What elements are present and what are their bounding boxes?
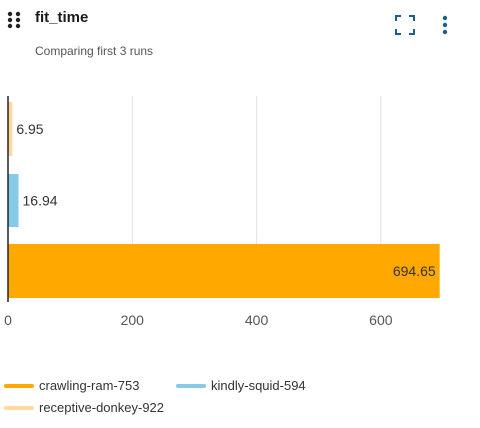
drag-handle-icon[interactable] bbox=[6, 10, 22, 30]
legend-item-kindly-squid-594[interactable]: kindly-squid-594 bbox=[176, 378, 306, 393]
panel-header: fit_time Comparing first 3 runs bbox=[0, 0, 480, 70]
bar-crawling-ram-753 bbox=[8, 244, 440, 298]
x-tick-label: 400 bbox=[245, 312, 269, 328]
legend-swatch bbox=[4, 383, 34, 388]
x-tick-label: 600 bbox=[369, 312, 393, 328]
legend-swatch bbox=[4, 405, 34, 410]
x-tick-label: 0 bbox=[4, 312, 12, 328]
legend-item-crawling-ram-753[interactable]: crawling-ram-753 bbox=[4, 378, 139, 393]
more-vertical-icon[interactable] bbox=[436, 14, 454, 36]
chart-legend: crawling-ram-753 kindly-squid-594 recept… bbox=[0, 378, 480, 428]
legend-label: kindly-squid-594 bbox=[211, 378, 306, 393]
panel-subtitle: Comparing first 3 runs bbox=[35, 44, 154, 58]
bar-chart: 0 200 400 600 6.95 16.94 694.65 bbox=[4, 96, 440, 328]
legend-item-receptive-donkey-922[interactable]: receptive-donkey-922 bbox=[4, 400, 164, 415]
legend-label: crawling-ram-753 bbox=[39, 378, 140, 393]
data-label-crawling-ram-753: 694.65 bbox=[393, 263, 436, 279]
bar-kindly-squid-594 bbox=[8, 174, 19, 227]
expand-icon[interactable] bbox=[394, 14, 416, 36]
legend-swatch bbox=[176, 383, 206, 388]
legend-label: receptive-donkey-922 bbox=[39, 400, 165, 415]
data-label-kindly-squid-594: 16.94 bbox=[23, 193, 58, 209]
panel-title: fit_time bbox=[35, 9, 89, 26]
x-tick-label: 200 bbox=[121, 312, 145, 328]
data-label-receptive-donkey-922: 6.95 bbox=[16, 121, 43, 137]
